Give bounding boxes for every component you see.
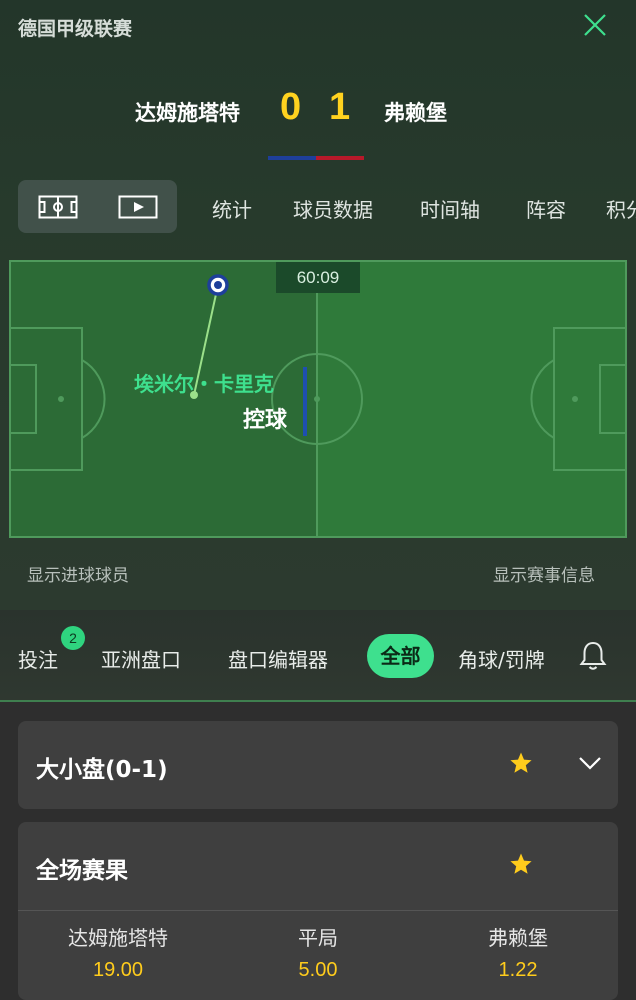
away-team-color-bar bbox=[316, 156, 364, 160]
show-match-info-link[interactable]: 显示赛事信息 bbox=[493, 561, 595, 586]
chevron-down-icon[interactable] bbox=[578, 755, 602, 771]
scoreboard: 达姆施塔特 0 1 弗赖堡 bbox=[0, 86, 636, 136]
video-view-button[interactable] bbox=[118, 195, 158, 223]
close-icon bbox=[584, 14, 606, 36]
event-label: 控球 bbox=[243, 408, 288, 433]
away-score: 1 bbox=[329, 86, 351, 128]
show-scorers-link[interactable]: 显示进球球员 bbox=[27, 561, 129, 586]
event-player-name: 埃米尔・卡里克 bbox=[134, 372, 274, 396]
betting-nav: 投注 2 亚洲盘口 盘口编辑器 全部 角球/罚牌 bbox=[0, 610, 636, 702]
notification-button[interactable] bbox=[578, 640, 608, 676]
odd-away[interactable]: 弗赖堡 1.22 bbox=[418, 922, 618, 982]
bet-tab-market-editor[interactable]: 盘口编辑器 bbox=[228, 644, 328, 673]
match-timer: 60:09 bbox=[276, 262, 360, 293]
home-team-color-bar bbox=[268, 156, 316, 160]
league-title: 德国甲级联赛 bbox=[18, 18, 133, 40]
tab-timeline[interactable]: 时间轴 bbox=[420, 194, 480, 223]
field-view-button[interactable] bbox=[38, 195, 78, 223]
home-team-name: 达姆施塔特 bbox=[135, 101, 240, 125]
market-title: 全场赛果 bbox=[36, 858, 128, 884]
market-title: 大小盘(0-1) bbox=[36, 757, 168, 783]
bet-tab-bets[interactable]: 投注 bbox=[18, 644, 58, 673]
star-icon[interactable] bbox=[509, 852, 533, 876]
odd-label: 平局 bbox=[298, 926, 338, 950]
odd-value: 19.00 bbox=[92, 959, 144, 981]
live-pitch bbox=[9, 260, 627, 538]
possession-indicator bbox=[303, 367, 307, 436]
odd-value: 1.22 bbox=[498, 959, 538, 981]
home-score: 0 bbox=[280, 86, 302, 128]
odd-label: 达姆施塔特 bbox=[68, 926, 168, 950]
market-card: 全场赛果 达姆施塔特 19.00 平局 5.00 弗赖堡 1.22 bbox=[18, 822, 618, 1000]
bet-tab-corners-cards[interactable]: 角球/罚牌 bbox=[458, 644, 550, 674]
tab-stats[interactable]: 统计 bbox=[212, 194, 252, 223]
match-tabs: 统计 球员数据 时间轴 阵容 积分 bbox=[0, 180, 636, 234]
bet-tab-all[interactable]: 全部 bbox=[367, 634, 434, 678]
close-button[interactable] bbox=[580, 10, 610, 40]
view-toggle bbox=[18, 180, 177, 233]
bets-count-badge: 2 bbox=[61, 626, 85, 650]
away-team-name: 弗赖堡 bbox=[384, 101, 447, 125]
odd-home[interactable]: 达姆施塔特 19.00 bbox=[18, 922, 218, 982]
tab-standings[interactable]: 积分 bbox=[606, 194, 636, 223]
tab-lineup[interactable]: 阵容 bbox=[526, 194, 566, 223]
star-icon[interactable] bbox=[509, 751, 533, 775]
bet-tab-corners-cards-label: 角球/罚牌 bbox=[458, 648, 545, 672]
bell-icon bbox=[579, 641, 607, 670]
odd-value: 5.00 bbox=[298, 959, 338, 981]
odd-draw[interactable]: 平局 5.00 bbox=[218, 922, 418, 982]
match-header-panel: 德国甲级联赛 达姆施塔特 0 1 弗赖堡 统计 球员数据 时间轴 阵容 积 60… bbox=[0, 0, 636, 610]
bet-tab-asian-handicap[interactable]: 亚洲盘口 bbox=[101, 644, 181, 673]
video-icon bbox=[118, 195, 158, 219]
odd-label: 弗赖堡 bbox=[488, 926, 548, 950]
market-card[interactable]: 大小盘(0-1) bbox=[18, 721, 618, 809]
field-icon bbox=[38, 195, 78, 219]
divider bbox=[18, 910, 618, 911]
tab-player-data[interactable]: 球员数据 bbox=[293, 194, 373, 223]
